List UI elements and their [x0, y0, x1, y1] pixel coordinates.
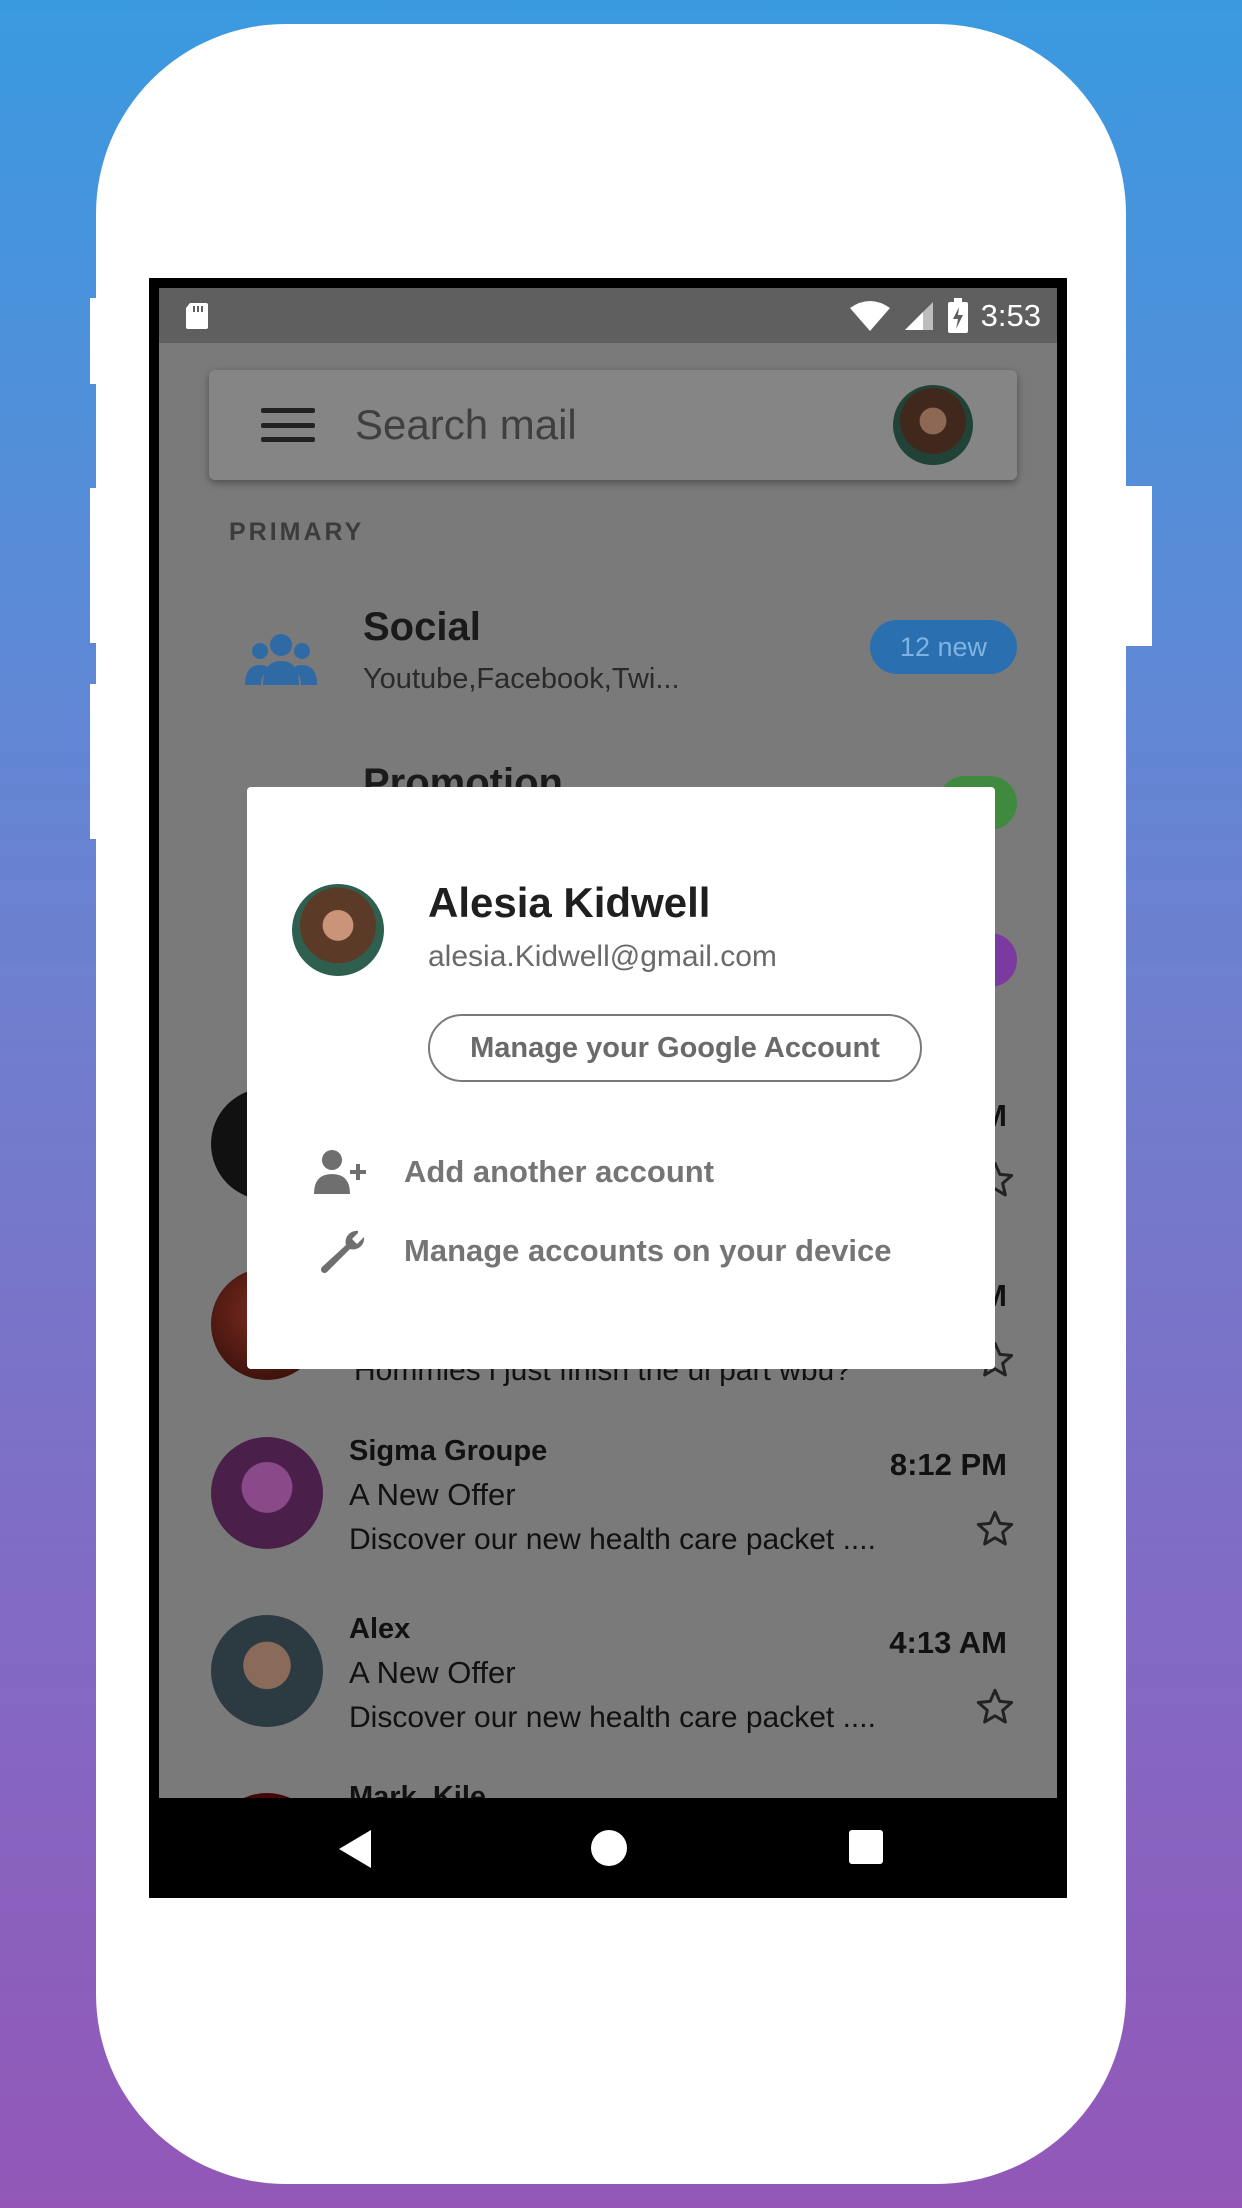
add-another-account-item[interactable]: Add another account [312, 1142, 714, 1202]
mail-sender: Sigma Groupe [349, 1435, 548, 1467]
search-input[interactable]: Search mail [355, 401, 577, 449]
phone-side-button [90, 298, 104, 384]
group-icon [245, 634, 317, 685]
manage-google-account-button[interactable]: Manage your Google Account [428, 1014, 922, 1082]
wrench-icon [320, 1230, 365, 1274]
category-subtitle: Youtube,Facebook,Twi... [363, 663, 680, 695]
status-bar: 3:53 [159, 288, 1057, 343]
sender-avatar [211, 1437, 323, 1549]
new-count-badge: 12 new [869, 620, 1017, 674]
phone-side-button [90, 684, 104, 839]
mail-subject: A New Offer [349, 1655, 516, 1690]
cellular-signal-icon [904, 301, 933, 330]
manage-accounts-item[interactable]: Manage accounts on your device [312, 1221, 892, 1281]
wifi-icon [849, 300, 890, 331]
phone-side-button [90, 488, 104, 643]
home-icon[interactable] [589, 1828, 629, 1868]
phone-side-button [1120, 486, 1152, 646]
account-avatar [292, 884, 384, 976]
search-bar[interactable]: Search mail [209, 370, 1017, 480]
account-avatar[interactable] [893, 385, 973, 465]
mail-time: 4:13 AM [889, 1625, 1007, 1660]
mail-list-item[interactable]: Sigma Groupe A New Offer Discover our ne… [159, 1435, 1057, 1607]
mail-subject: A New Offer [349, 1477, 516, 1512]
status-time: 3:53 [980, 297, 1041, 333]
star-icon[interactable] [975, 1509, 1015, 1549]
account-name: Alesia Kidwell [428, 879, 711, 926]
hamburger-menu-icon[interactable] [261, 408, 315, 442]
back-icon[interactable] [335, 1828, 375, 1870]
battery-charging-icon [947, 297, 968, 333]
account-email: alesia.Kidwell@gmail.com [428, 940, 777, 973]
sender-avatar [211, 1615, 323, 1727]
mail-list-item[interactable]: Alex A New Offer Discover our new health… [159, 1613, 1057, 1785]
recents-icon[interactable] [847, 1828, 885, 1866]
mail-sender: Alex [349, 1613, 411, 1645]
category-social[interactable]: Social Youtube,Facebook,Twi... 12 new [159, 605, 1057, 725]
mail-snippet: Discover our new health care packet .... [349, 1523, 876, 1556]
mail-time: 8:12 PM [889, 1447, 1007, 1482]
mail-snippet: Discover our new health care packet .... [349, 1701, 876, 1734]
section-label: PRIMARY [229, 518, 365, 546]
menu-item-label: Add another account [404, 1154, 715, 1189]
mail-sender: Mark, Kile [349, 1781, 486, 1798]
add-person-icon [314, 1150, 366, 1194]
sd-card-icon [186, 302, 208, 329]
menu-item-label: Manage accounts on your device [404, 1233, 892, 1268]
navigation-bar [149, 1798, 1067, 1898]
category-title: Social [363, 605, 481, 649]
account-switcher-dialog: Alesia Kidwell alesia.Kidwell@gmail.com … [247, 787, 995, 1369]
star-icon[interactable] [975, 1687, 1015, 1727]
